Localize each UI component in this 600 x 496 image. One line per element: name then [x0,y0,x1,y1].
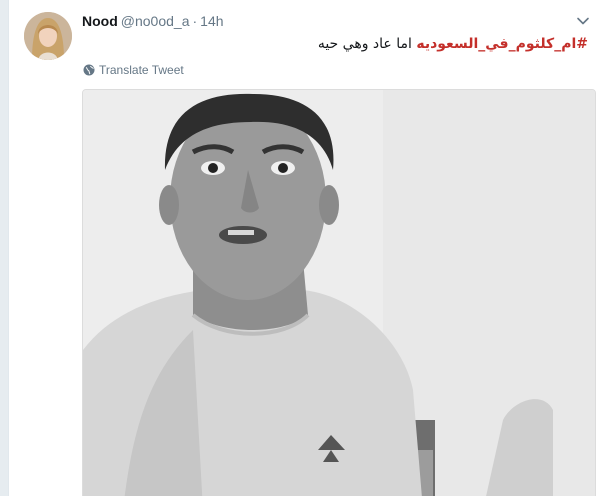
avatar-image [24,12,72,60]
tweet-text: #ام_كلثوم_في_السعوديه اما عاد وهي حيه [318,34,588,54]
translate-tweet-link[interactable]: Translate Tweet [83,62,184,78]
tweet-card[interactable]: Nood @no0od_a · 14h #ام_كلثوم_في_السعوديه ا… [8,0,600,496]
separator: · [192,13,198,29]
hashtag-link[interactable]: #ام_كلثوم_في_السعوديه [416,36,588,52]
user-handle[interactable]: @no0od_a [121,13,190,29]
display-name[interactable]: Nood [82,13,118,29]
translate-label: Translate Tweet [99,63,184,77]
photo-image [83,90,595,496]
globe-icon [83,64,95,76]
timestamp[interactable]: 14h [200,13,223,29]
avatar[interactable] [24,12,72,60]
tweet-body: اما عاد وهي حيه [317,36,412,52]
tweet-media-photo[interactable] [82,89,596,496]
tweet-header: Nood @no0od_a · 14h [82,12,224,30]
chevron-down-icon[interactable] [576,14,590,28]
